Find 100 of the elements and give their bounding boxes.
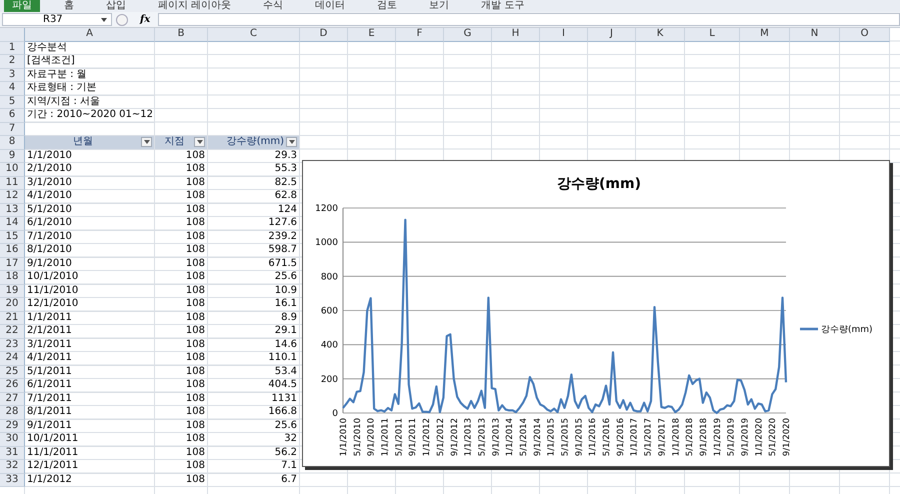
ribbon-tab[interactable]: 개발 도구 [473, 0, 532, 12]
row-header[interactable]: 20 [0, 298, 25, 312]
table-cell: 62.8 [208, 190, 300, 204]
table-cell: 6/1/2010 [25, 217, 155, 230]
column-header[interactable]: K [636, 28, 685, 42]
table-cell: 10.9 [208, 284, 300, 298]
table-cell: 14.6 [208, 338, 300, 352]
table-header: 년월 [25, 136, 155, 150]
row-header[interactable]: 15 [0, 230, 25, 244]
caret-icon [288, 140, 294, 144]
chart-title: 강수량(mm) [557, 176, 641, 192]
table-cell: 1/1/2012 [25, 474, 155, 487]
row-header[interactable]: 26 [0, 379, 25, 392]
column-header[interactable]: G [444, 28, 492, 42]
column-header[interactable]: L [685, 28, 740, 42]
column-header[interactable]: A [25, 28, 155, 42]
row-header[interactable]: 14 [0, 217, 25, 230]
row-header[interactable]: 22 [0, 325, 25, 338]
row-header[interactable]: 33 [0, 474, 25, 487]
ribbon-tab[interactable]: 파일 [4, 0, 40, 12]
row-header[interactable]: 24 [0, 352, 25, 366]
row-header[interactable]: 4 [0, 82, 25, 96]
table-cell: 108 [155, 163, 208, 176]
ribbon-tab[interactable]: 수식 [255, 0, 292, 12]
ribbon-tab[interactable]: 페이지 레이아웃 [150, 0, 240, 12]
row-header[interactable]: 19 [0, 284, 25, 298]
filter-button[interactable] [194, 137, 205, 148]
table-cell: 108 [155, 379, 208, 392]
table-cell: 108 [155, 474, 208, 487]
row-header[interactable]: 25 [0, 366, 25, 379]
column-header[interactable]: O [840, 28, 890, 42]
column-header[interactable]: H [492, 28, 540, 42]
ribbon-tab[interactable]: 삽입 [98, 0, 134, 12]
table-cell: 자료형태 : 기본 [25, 82, 155, 96]
row-header[interactable]: 5 [0, 96, 25, 109]
table-cell: 16.1 [208, 298, 300, 312]
table-cell: 1131 [208, 392, 300, 406]
ribbon-tab[interactable]: 보기 [421, 0, 458, 12]
row-header[interactable]: 28 [0, 406, 25, 420]
row-header[interactable]: 9 [0, 150, 25, 163]
filter-button[interactable] [141, 137, 152, 148]
column-header[interactable]: F [396, 28, 444, 42]
row-header[interactable]: 13 [0, 204, 25, 217]
table-header: 지점 [155, 136, 208, 150]
column-header[interactable]: D [300, 28, 348, 42]
x-axis-label: 1/1/2018 [671, 418, 682, 456]
x-axis-label: 5/1/2013 [477, 418, 488, 456]
row-header[interactable]: 7 [0, 122, 25, 136]
x-axis-label: 1/1/2011 [380, 418, 391, 456]
column-header[interactable]: J [588, 28, 636, 42]
x-axis-label: 5/1/2017 [644, 418, 654, 456]
ribbon-tab[interactable]: 데이터 [307, 0, 354, 12]
row-header[interactable]: 16 [0, 244, 25, 258]
table-cell: 108 [155, 258, 208, 271]
row-header[interactable]: 18 [0, 271, 25, 284]
column-header[interactable]: I [540, 28, 588, 42]
row-header[interactable]: 29 [0, 420, 25, 433]
row-header[interactable]: 27 [0, 392, 25, 406]
table-cell: 127.6 [208, 217, 300, 230]
column-header[interactable]: E [348, 28, 396, 42]
column-header[interactable]: C [208, 28, 300, 42]
x-axis-label: 9/1/2013 [491, 418, 502, 456]
table-cell: 108 [155, 406, 208, 420]
filter-button[interactable] [286, 137, 297, 148]
caret-icon[interactable] [101, 18, 107, 22]
name-box[interactable]: R37 [2, 13, 112, 26]
row-header[interactable]: 2 [0, 55, 25, 68]
row-header[interactable]: 10 [0, 163, 25, 176]
formula-input[interactable] [158, 13, 900, 26]
column-header[interactable]: M [740, 28, 790, 42]
table-cell: 1/1/2010 [25, 150, 155, 163]
row-header[interactable]: 3 [0, 68, 25, 82]
table-cell: 11/1/2011 [25, 446, 155, 460]
table-cell: 29.3 [208, 150, 300, 163]
row-header[interactable]: 12 [0, 190, 25, 204]
table-cell: 12/1/2011 [25, 460, 155, 474]
caret-icon [144, 140, 150, 144]
table-cell: 6/1/2011 [25, 379, 155, 392]
table-cell: 7.1 [208, 460, 300, 474]
ribbon-tab[interactable]: 홈 [56, 0, 82, 12]
table-cell: 3/1/2010 [25, 176, 155, 190]
x-axis-label: 5/1/2010 [352, 418, 363, 456]
row-header[interactable]: 23 [0, 338, 25, 352]
table-cell: 108 [155, 176, 208, 190]
row-header[interactable]: 30 [0, 433, 25, 446]
x-axis-label: 9/1/2020 [782, 418, 792, 456]
row-header[interactable]: 11 [0, 176, 25, 190]
row-header[interactable]: 1 [0, 42, 25, 55]
row-header[interactable]: 17 [0, 258, 25, 271]
row-header[interactable]: 21 [0, 312, 25, 325]
row-header[interactable]: 31 [0, 446, 25, 460]
table-cell: 25.6 [208, 420, 300, 433]
ribbon-tab[interactable]: 검토 [369, 0, 406, 12]
row-header[interactable]: 32 [0, 460, 25, 474]
function-label[interactable]: fx [140, 14, 150, 25]
row-header[interactable]: 8 [0, 136, 25, 150]
y-axis-label: 400 [320, 340, 338, 351]
column-header[interactable]: N [790, 28, 840, 42]
row-header[interactable]: 6 [0, 109, 25, 122]
column-header[interactable]: B [155, 28, 208, 42]
